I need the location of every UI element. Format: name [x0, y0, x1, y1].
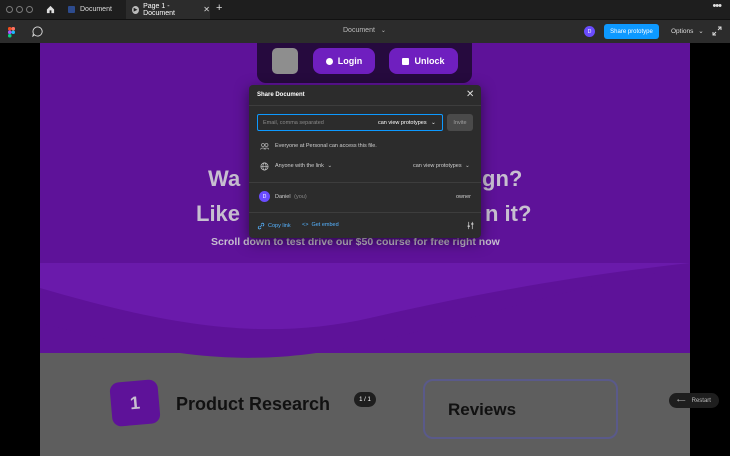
link-permission-label: can view prototypes	[413, 163, 462, 169]
user-icon	[325, 57, 333, 65]
divider	[249, 182, 481, 183]
home-icon[interactable]	[40, 0, 60, 19]
expand-icon[interactable]	[712, 26, 722, 36]
chevron-down-icon: ⌄	[431, 120, 436, 126]
avatar[interactable]: D	[584, 26, 595, 37]
basket-icon	[402, 57, 410, 65]
copy-link-button[interactable]: Copy link	[257, 222, 291, 230]
headline-fragment: gn?	[482, 166, 523, 191]
divider	[249, 105, 481, 106]
comment-icon[interactable]	[32, 26, 43, 37]
link-permission-dropdown[interactable]: can view prototypes ⌄	[413, 163, 470, 169]
close-icon[interactable]: ✕	[466, 89, 474, 100]
play-icon: ▶	[132, 5, 140, 14]
email-placeholder: Email, comma separated	[263, 120, 324, 126]
link-icon	[257, 222, 265, 230]
toolbar: Document ⌄ D Share prototype Options ⌄	[0, 19, 730, 43]
copy-link-label: Copy link	[268, 223, 291, 229]
unlock-label: Unlock	[414, 56, 445, 66]
close-window-button[interactable]	[6, 6, 13, 13]
chevron-down-icon: ⌄	[698, 28, 704, 35]
step-number-badge: 1	[109, 378, 161, 428]
share-prototype-button[interactable]: Share prototype	[604, 24, 659, 39]
close-tab-icon[interactable]: ✕	[203, 5, 210, 14]
options-dropdown[interactable]: Options ⌄	[671, 27, 704, 35]
page-indicator: 1 / 1	[354, 392, 376, 407]
code-icon: <>	[302, 222, 309, 228]
permission-label: can view prototypes	[378, 120, 427, 126]
tab-label: Page 1 - Document	[143, 2, 175, 17]
tab-document[interactable]: Document	[62, 0, 125, 19]
org-access-text: Everyone at Personal can access this fil…	[275, 143, 377, 149]
divider	[249, 212, 481, 213]
document-title-dropdown[interactable]: Document ⌄	[343, 27, 386, 34]
hero-wave	[40, 263, 690, 358]
link-access-label: Anyone with the link	[275, 163, 324, 169]
restart-button[interactable]: ⟵ Restart	[669, 393, 719, 408]
user-name-text: Daniel	[275, 194, 291, 200]
reviews-title: Reviews	[448, 400, 517, 419]
step-title: Product Research	[176, 394, 331, 414]
headline-fragment: Like	[196, 201, 241, 226]
email-input[interactable]: Email, comma separated can view prototyp…	[257, 114, 443, 131]
arrow-left-icon: ⟵	[677, 398, 686, 404]
new-tab-button[interactable]: +	[216, 2, 222, 14]
chevron-down-icon: ⌄	[327, 163, 333, 169]
dialog-title: Share Document	[257, 92, 305, 98]
figma-logo-icon[interactable]	[8, 27, 15, 38]
avatar: D	[259, 191, 270, 202]
login-button[interactable]: Login	[313, 48, 375, 74]
headline-fragment: n it?	[485, 201, 532, 226]
window-titlebar: Document ▶ Page 1 - Document ✕ + •••	[0, 0, 730, 19]
login-label: Login	[337, 56, 363, 66]
tab-prototype[interactable]: ▶ Page 1 - Document ✕	[126, 0, 210, 19]
share-dialog: Share Document ✕ Email, comma separated …	[249, 85, 481, 238]
unlock-button[interactable]: Unlock	[389, 48, 458, 74]
tab-label: Document	[80, 6, 112, 13]
headline-fragment: Wa	[208, 166, 241, 191]
invite-permission-select[interactable]: can view prototypes ⌄	[378, 120, 436, 126]
options-label: Options	[671, 28, 694, 35]
people-icon	[260, 143, 269, 150]
link-access-dropdown[interactable]: Anyone with the link ⌄	[275, 163, 332, 169]
nav-square-button[interactable]	[272, 48, 298, 74]
get-embed-label: Get embed	[311, 222, 339, 228]
maximize-window-button[interactable]	[26, 6, 33, 13]
chevron-down-icon: ⌄	[465, 163, 470, 169]
user-name: Daniel (you)	[275, 194, 307, 200]
chevron-down-icon: ⌄	[380, 28, 386, 34]
file-icon	[68, 6, 75, 13]
user-role: owner	[456, 194, 471, 200]
invite-button[interactable]: Invite	[447, 114, 473, 131]
more-options-icon[interactable]: •••	[712, 0, 722, 12]
document-title: Document	[343, 27, 375, 34]
restart-label: Restart	[691, 397, 711, 404]
user-you-text: (you)	[294, 194, 307, 200]
minimize-window-button[interactable]	[16, 6, 23, 13]
globe-icon	[260, 162, 269, 171]
get-embed-button[interactable]: <> Get embed	[302, 222, 339, 228]
settings-sliders-icon[interactable]	[466, 221, 475, 230]
